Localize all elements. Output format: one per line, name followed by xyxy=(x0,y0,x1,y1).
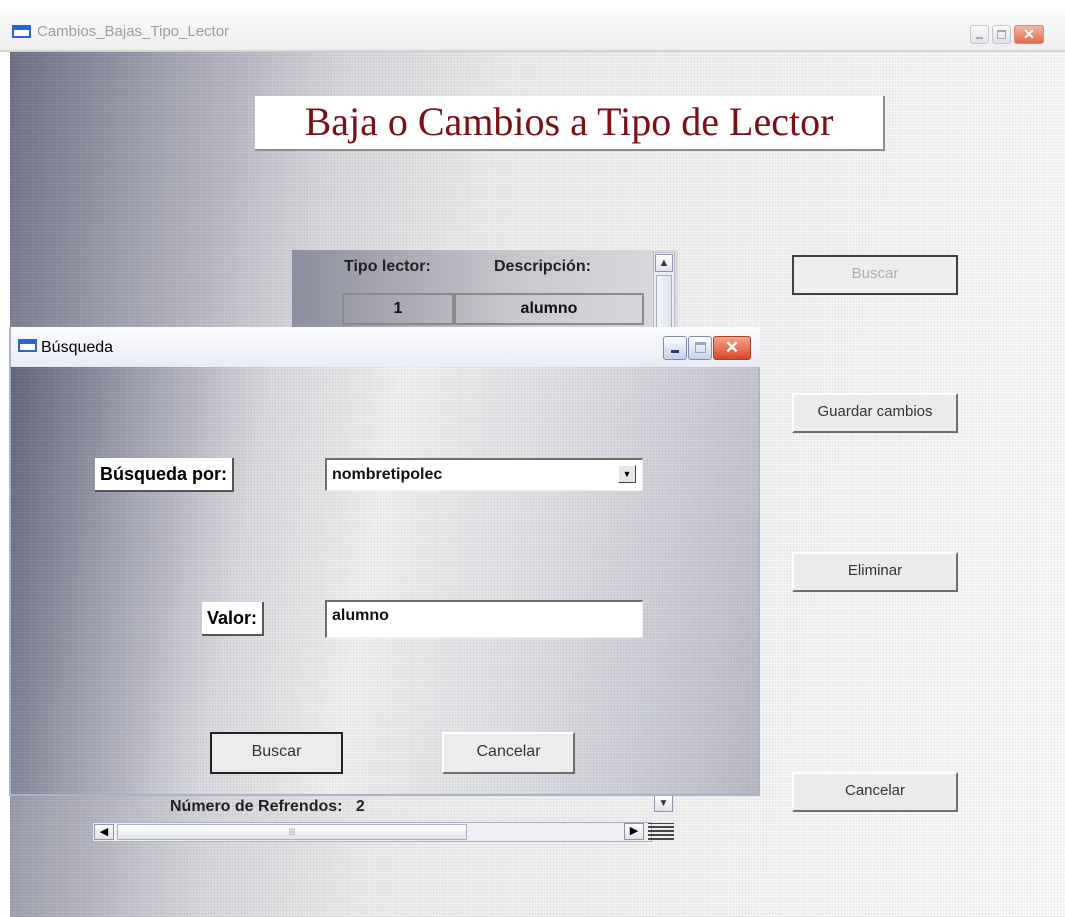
minimize-icon[interactable] xyxy=(970,25,989,44)
window-icon xyxy=(18,339,37,352)
search-by-label: Búsqueda por: xyxy=(95,458,235,492)
grid-cell-tipo[interactable]: 1 xyxy=(342,293,454,325)
minimize-icon[interactable] xyxy=(663,336,687,360)
column-header-descripcion: Descripción: xyxy=(494,258,591,275)
cancel-button[interactable]: Cancelar xyxy=(792,772,958,812)
dialog-titlebar[interactable]: Búsqueda xyxy=(11,327,760,367)
main-titlebar[interactable]: Cambios_Bajas_Tipo_Lector xyxy=(0,10,1065,52)
grid-cell-descripcion[interactable]: alumno xyxy=(454,293,644,325)
window-icon xyxy=(12,25,31,38)
dialog-cancel-button[interactable]: Cancelar xyxy=(442,732,575,774)
refrendos-label: Número de Refrendos: 2 xyxy=(170,798,365,816)
scroll-down-icon[interactable]: ▼ xyxy=(654,795,673,812)
dropdown-arrow-icon[interactable]: ▼ xyxy=(618,465,636,483)
search-by-select[interactable]: nombretipolec ▼ xyxy=(325,458,643,491)
close-icon[interactable] xyxy=(713,336,751,360)
search-dialog: Búsqueda Búsqueda por: nombretipolec ▼ V… xyxy=(9,327,760,796)
refrendos-label-text: Número de Refrendos: xyxy=(170,798,343,815)
page-title: Baja o Cambios a Tipo de Lector xyxy=(255,96,885,151)
dialog-title: Búsqueda xyxy=(41,339,114,356)
delete-button[interactable]: Eliminar xyxy=(792,552,958,592)
scroll-right-icon[interactable]: ▶ xyxy=(624,823,644,840)
save-changes-button[interactable]: Guardar cambios xyxy=(792,393,958,433)
maximize-icon[interactable] xyxy=(992,25,1011,44)
column-header-tipo: Tipo lector: xyxy=(344,258,431,275)
dialog-search-button[interactable]: Buscar xyxy=(210,732,343,774)
value-input[interactable] xyxy=(325,600,643,638)
horizontal-scroll-thumb[interactable]: ||| xyxy=(117,824,467,840)
grid-horizontal-scrollbar[interactable]: ◀ ||| xyxy=(92,822,652,842)
scroll-left-icon[interactable]: ◀ xyxy=(94,824,114,840)
search-button[interactable]: Buscar xyxy=(792,255,958,295)
dialog-client-area: Búsqueda por: nombretipolec ▼ Valor: Bus… xyxy=(11,367,758,794)
grid-vertical-scrollbar[interactable]: ▲ xyxy=(653,252,675,337)
scroll-up-icon[interactable]: ▲ xyxy=(655,254,673,272)
scroll-thumb[interactable] xyxy=(656,275,672,335)
close-icon[interactable] xyxy=(1014,25,1044,44)
size-grip-icon[interactable] xyxy=(648,823,674,840)
refrendos-value: 2 xyxy=(355,798,365,815)
search-by-value: nombretipolec xyxy=(332,466,443,483)
maximize-icon[interactable] xyxy=(688,336,712,360)
main-window-title: Cambios_Bajas_Tipo_Lector xyxy=(37,23,230,40)
value-label: Valor: xyxy=(202,602,265,636)
